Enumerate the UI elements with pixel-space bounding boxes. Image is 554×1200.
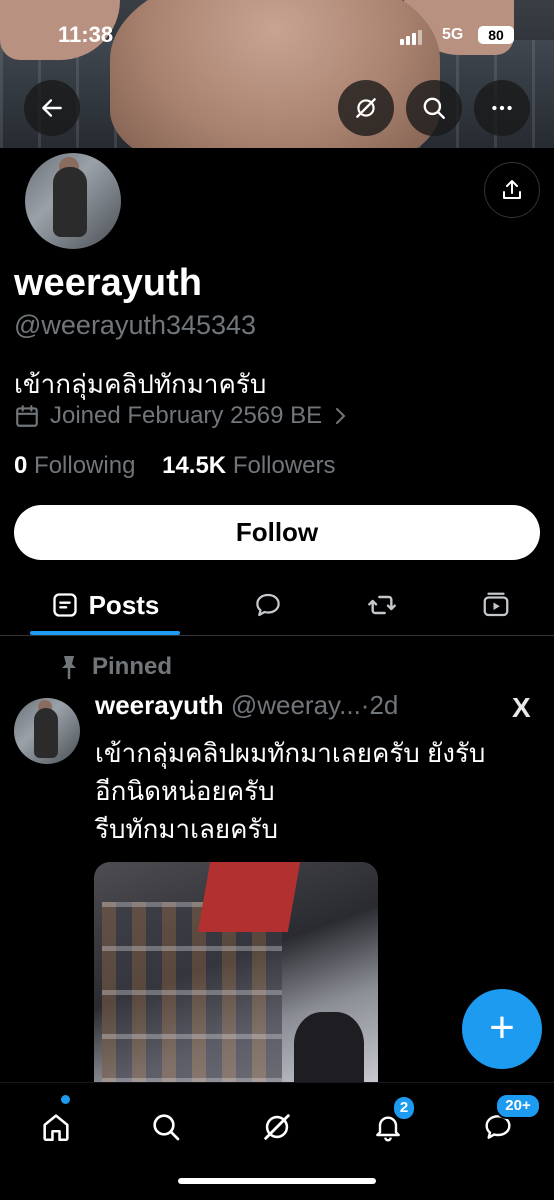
pinned-indicator: Pinned [58, 653, 172, 681]
post-header: weerayuth @weeray...·2d [95, 690, 398, 721]
followers-link[interactable]: 14.5K Followers [162, 452, 335, 479]
network-type: 5G [442, 26, 464, 43]
posts-icon [52, 593, 77, 617]
x-logo-icon: X [512, 692, 531, 723]
following-link[interactable]: 0 Following [14, 452, 135, 479]
post-text-line: รีบทักมาเลยครับ [95, 814, 279, 844]
followers-count: 14.5K [162, 452, 227, 479]
home-indicator [178, 1178, 376, 1184]
joined-label: Joined February 2569 BE [50, 402, 323, 429]
tab-media[interactable] [466, 575, 526, 635]
more-icon [492, 105, 512, 111]
media-red-poster [197, 862, 301, 932]
follow-button[interactable]: Follow [14, 505, 540, 560]
post-text-line: อีกนิดหน่อยครับ [95, 776, 275, 806]
nav-home[interactable] [32, 1103, 80, 1151]
post-avatar-figure [34, 708, 58, 758]
active-tab-indicator [30, 631, 180, 635]
tab-posts[interactable]: Posts [30, 575, 180, 635]
home-icon [43, 1114, 69, 1142]
avatar-figure [53, 167, 87, 237]
search-icon [423, 97, 445, 119]
media-icon [483, 592, 509, 617]
nav-search[interactable] [142, 1103, 190, 1151]
signal-icon [400, 30, 422, 45]
retweet-icon [368, 595, 396, 615]
grok-button[interactable] [338, 80, 394, 136]
nav-grok[interactable] [253, 1103, 301, 1151]
battery-indicator: 80 [478, 26, 514, 44]
media-hand [294, 1012, 364, 1084]
post-media-video[interactable] [94, 862, 378, 1084]
followers-label: Followers [232, 452, 336, 479]
grok-icon [356, 98, 376, 118]
replies-icon [256, 593, 280, 617]
post-author-name[interactable]: weerayuth [95, 690, 224, 720]
profile-bio: เข้ากลุ่มคลิปทักมาครับ [14, 369, 267, 399]
back-arrow-icon [42, 99, 62, 117]
grok-icon [264, 1114, 290, 1140]
post-author-avatar[interactable] [14, 698, 80, 764]
tab-reposts[interactable] [352, 575, 412, 635]
pinned-label: Pinned [92, 653, 173, 680]
chevron-right-icon [336, 408, 346, 424]
joined-date[interactable]: Joined February 2569 BE [14, 402, 348, 430]
search-button[interactable] [406, 80, 462, 136]
calendar-icon [16, 405, 38, 427]
messages-badge: 20+ [495, 1093, 541, 1119]
tab-replies[interactable] [238, 575, 298, 635]
post-author-handle[interactable]: @weeray... [231, 690, 361, 720]
post-time[interactable]: 2d [369, 690, 398, 720]
home-unread-dot [61, 1095, 70, 1104]
more-button[interactable] [474, 80, 530, 136]
following-count: 0 [14, 452, 28, 479]
status-bar: 11:38 5G 80 [0, 22, 554, 52]
tab-posts-label: Posts [88, 589, 160, 620]
post-text-line: เข้ากลุ่มคลิปผมทักมาเลยครับ ยังรับ [95, 738, 486, 768]
profile-tabs: Posts [0, 575, 554, 636]
search-icon [153, 1114, 180, 1141]
back-button[interactable] [24, 80, 80, 136]
post-text[interactable]: เข้ากลุ่มคลิปผมทักมาเลยครับ ยังรับ อีกนิ… [95, 734, 535, 848]
profile-handle: @weerayuth345343 [14, 310, 257, 340]
following-label: Following [34, 452, 136, 479]
share-button[interactable] [484, 162, 540, 218]
profile-name: weerayuth [14, 262, 202, 304]
pin-icon [62, 656, 76, 680]
profile-avatar[interactable] [22, 150, 124, 252]
share-icon [503, 180, 521, 199]
follow-stats: 0 Following 14.5K Followers [14, 452, 336, 480]
compose-button[interactable]: + [462, 989, 542, 1069]
notifications-badge: 2 [392, 1095, 416, 1121]
status-time: 11:38 [58, 22, 114, 47]
